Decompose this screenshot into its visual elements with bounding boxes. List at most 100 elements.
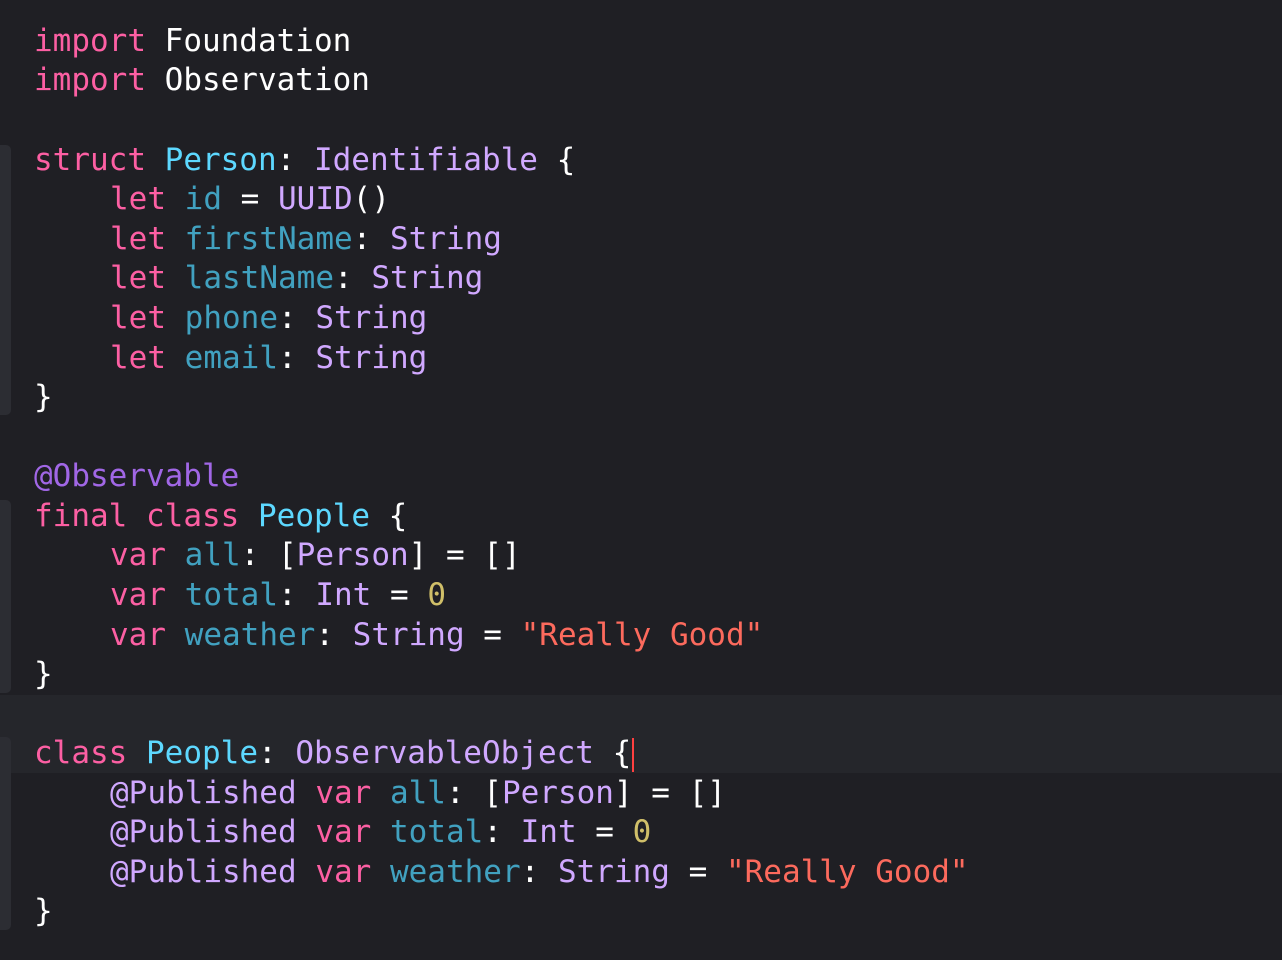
code-token: "Really Good" xyxy=(520,617,764,653)
code-token: weather xyxy=(184,617,316,653)
code-line[interactable]: import Observation xyxy=(34,60,370,100)
code-line[interactable]: let email: String xyxy=(34,338,427,378)
code-token: = xyxy=(464,617,521,653)
code-token: var xyxy=(315,854,372,890)
code-token: : [ xyxy=(445,775,502,811)
code-token: let xyxy=(110,300,166,336)
code-line[interactable]: @Published var all: [Person] = [] xyxy=(34,773,726,813)
code-line[interactable]: @Published var total: Int = 0 xyxy=(34,812,651,852)
code-token: email xyxy=(184,340,278,376)
code-token: total xyxy=(184,577,278,613)
code-token: Observation xyxy=(164,62,370,98)
code-token: weather xyxy=(389,854,521,890)
code-line[interactable]: } xyxy=(34,377,53,417)
code-token: UUID xyxy=(278,181,353,217)
code-line[interactable]: } xyxy=(34,891,53,931)
code-token: ObservableObject xyxy=(295,735,594,771)
code-editor[interactable]: import Foundation import Observation struc… xyxy=(0,0,1282,960)
code-token: final xyxy=(34,498,128,534)
code-token: : xyxy=(278,300,316,336)
code-token: : xyxy=(520,854,558,890)
code-line[interactable]: var all: [Person] = [] xyxy=(34,535,521,575)
code-line[interactable]: @Published var weather: String = "Really… xyxy=(34,852,969,892)
code-token: all xyxy=(184,537,241,573)
code-token: Identifiable xyxy=(313,142,538,178)
code-token: = xyxy=(222,181,278,217)
code-token: lastName xyxy=(184,260,334,296)
code-token: () xyxy=(352,181,390,217)
code-token: { xyxy=(369,498,408,534)
code-token: var xyxy=(315,775,372,811)
code-token: var xyxy=(110,577,166,613)
code-line[interactable]: @Observable xyxy=(34,456,239,496)
code-token: @Published xyxy=(110,814,297,850)
code-token: ] = [] xyxy=(613,775,726,811)
code-token: import xyxy=(34,62,146,98)
code-line[interactable]: final class People { xyxy=(34,496,407,536)
fold-ribbon-people-observableobject[interactable] xyxy=(0,737,11,930)
code-line[interactable]: var total: Int = 0 xyxy=(34,575,446,615)
code-token: : xyxy=(483,814,521,850)
code-token: let xyxy=(110,221,166,257)
code-token: : xyxy=(315,617,353,653)
code-token: all xyxy=(389,775,446,811)
code-token: @Published xyxy=(110,854,297,890)
code-token: phone xyxy=(184,300,278,336)
code-line[interactable]: let phone: String xyxy=(34,298,427,338)
code-token: { xyxy=(537,142,576,178)
code-token: : xyxy=(276,142,314,178)
code-token: People xyxy=(258,498,370,534)
code-token: = xyxy=(669,854,726,890)
code-token: class xyxy=(146,498,240,534)
fold-ribbon-person[interactable] xyxy=(0,145,11,415)
code-token: id xyxy=(184,181,222,217)
code-token: } xyxy=(34,893,53,929)
code-token: String xyxy=(371,260,484,296)
code-token: Foundation xyxy=(164,23,352,59)
code-token: : [ xyxy=(240,537,297,573)
code-token: People xyxy=(146,735,258,771)
code-token: var xyxy=(110,537,166,573)
code-token: : xyxy=(333,260,372,296)
code-line[interactable]: } xyxy=(34,654,53,694)
code-token: var xyxy=(315,814,372,850)
code-token: } xyxy=(34,656,53,692)
code-token: firstName xyxy=(184,221,353,257)
fold-ribbon-observable-people[interactable] xyxy=(0,500,11,693)
code-token: Int xyxy=(520,814,577,850)
code-token: 0 xyxy=(632,814,652,850)
code-token: import xyxy=(34,23,146,59)
code-line[interactable]: import Foundation xyxy=(34,21,351,61)
code-token: let xyxy=(110,340,166,376)
code-line[interactable]: class People: ObservableObject { xyxy=(34,733,635,773)
code-token: : xyxy=(278,577,316,613)
code-token: @Observable xyxy=(34,458,240,494)
code-token: Int xyxy=(315,577,372,613)
code-line[interactable]: let firstName: String xyxy=(34,219,502,259)
code-token: let xyxy=(110,181,166,217)
code-line[interactable]: var weather: String = "Really Good" xyxy=(34,615,763,655)
code-line[interactable]: let id = UUID() xyxy=(34,179,390,219)
code-token: String xyxy=(389,221,502,257)
code-line[interactable]: struct Person: Identifiable { xyxy=(34,140,575,180)
code-token: class xyxy=(34,735,128,771)
code-token: @Published xyxy=(110,775,297,811)
code-token: = xyxy=(371,577,428,613)
code-token: { xyxy=(593,735,632,771)
code-line[interactable]: let lastName: String xyxy=(34,258,483,298)
code-token: "Really Good" xyxy=(725,854,969,890)
code-token: String xyxy=(352,617,465,653)
